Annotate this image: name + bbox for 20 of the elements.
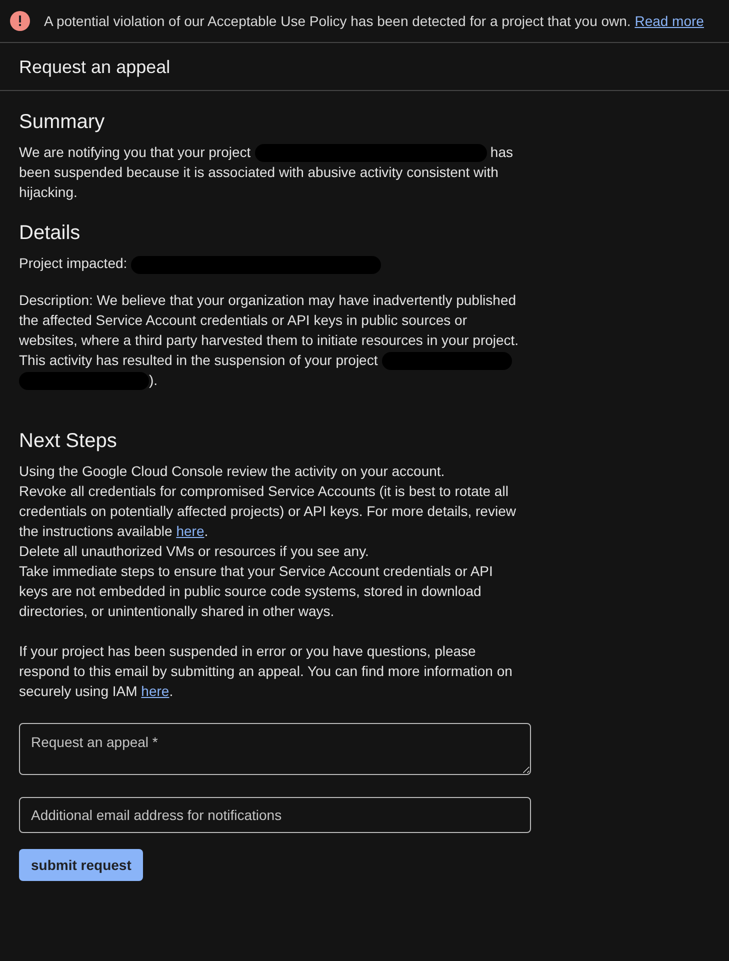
page-title: Request an appeal	[0, 43, 729, 91]
section-heading: Next Steps	[19, 430, 118, 454]
paragraph: Revoke all credentials for compromised Service Accounts (it is best to rotate all credentials on potentially affected projects) or API keys. For more details, review the instructions available here.	[19, 482, 517, 542]
paragraph: Delete all unauthorized VMs or resources if you see any.	[19, 542, 370, 562]
email-field[interactable]: Additional email address for notifications	[19, 797, 531, 834]
paragraph: Using the Google Cloud Console review the activity on your account.	[19, 462, 446, 482]
paragraph: We are notifying you that your project has been suspended because it is associated with abusive activity consistent with hijacking.	[19, 143, 514, 202]
appeal-field[interactable]: Request an appeal *	[19, 723, 531, 776]
paragraph: Description: We believe that your organization may have inadvertently published the affected Service Account credentials or API keys in public sources or websites, where a third party harvested them to initiate resources in your project. This activity has resulted in the suspension of your project ).	[19, 290, 519, 390]
section-heading: Details	[19, 222, 82, 246]
paragraph: Project impacted:	[19, 253, 519, 274]
paragraph: If your project has been suspended in error or you have questions, please respond to this email by submitting an appeal. You can find more information on securely using IAM here.	[19, 642, 514, 702]
paragraph: Take immediate steps to ensure that your Service Account credentials or API keys are not embedded in public source code systems, stored in download directories, or unintentionally shared in other ways.	[19, 562, 494, 622]
submit-button[interactable]: submit request	[19, 849, 144, 882]
read-more-link[interactable]: Read more	[634, 13, 704, 29]
here-link[interactable]: here	[141, 683, 170, 700]
warning-icon	[10, 11, 30, 31]
banner-message: A potential violation of our Acceptable Use Policy has been detected for a project that you own. Read more	[44, 13, 704, 29]
here-link[interactable]: here	[176, 523, 204, 540]
section-heading: Summary	[19, 111, 106, 134]
